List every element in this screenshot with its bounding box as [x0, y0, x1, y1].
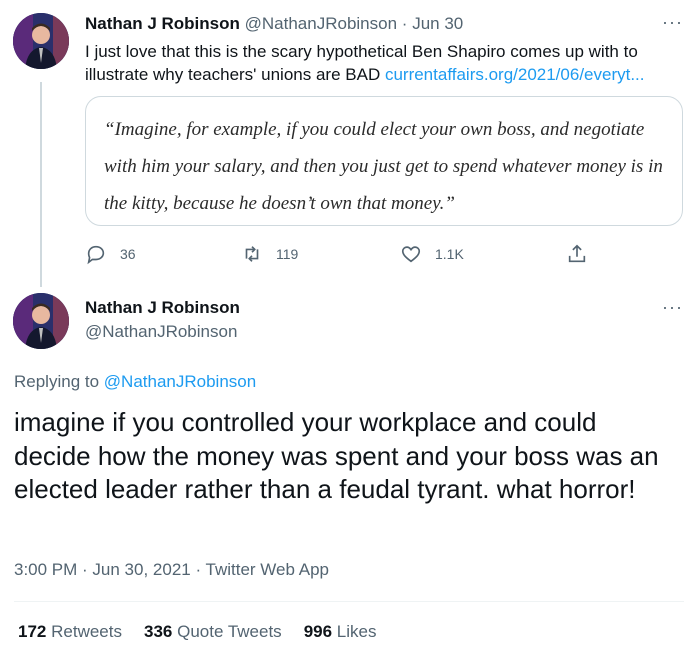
avatar[interactable] [13, 293, 69, 349]
heart-icon [401, 246, 421, 263]
retweet-button[interactable]: 119 [241, 242, 298, 266]
share-icon [568, 244, 586, 263]
avatar-image [13, 293, 69, 349]
replying-to: Replying to @NathanJRobinson [14, 372, 256, 392]
quote-card[interactable]: “Imagine, for example, if you could elec… [85, 96, 683, 226]
like-count: 1.1K [435, 246, 464, 262]
separator: · [401, 14, 408, 33]
retweet-count: 119 [276, 246, 299, 262]
replying-prefix: Replying to [14, 372, 100, 391]
retweets-count: 172 [18, 622, 47, 641]
quotes-label: Quote Tweets [177, 622, 282, 641]
tweet-date[interactable]: Jun 30 [412, 14, 463, 33]
author-handle[interactable]: @NathanJRobinson [245, 14, 397, 33]
reply-count: 36 [120, 246, 136, 262]
tweet-timestamp[interactable]: 3:00 PM · Jun 30, 2021 · Twitter Web App [14, 560, 329, 580]
main-tweet-text: imagine if you controlled your workplace… [14, 407, 659, 504]
more-options-icon[interactable]: ··· [662, 12, 683, 33]
parent-tweet-text: I just love that this is the scary hypot… [85, 40, 685, 86]
author-handle[interactable]: @NathanJRobinson [85, 322, 237, 342]
quote-tweets-stat[interactable]: 336 Quote Tweets [144, 622, 282, 642]
quotes-count: 336 [143, 622, 173, 641]
author-name[interactable]: Nathan J Robinson [85, 14, 240, 33]
retweets-label: Retweets [51, 622, 122, 641]
more-options-icon[interactable]: ··· [662, 297, 683, 318]
engagement-stats: 172 Retweets 336 Quote Tweets 996 Likes [18, 622, 398, 642]
divider [14, 601, 684, 602]
reply-button[interactable]: 36 [85, 242, 136, 266]
avatar-image [13, 13, 69, 69]
retweets-stat[interactable]: 172 Retweets [18, 622, 122, 642]
retweet-icon [245, 246, 259, 262]
thread-line [40, 82, 42, 287]
parent-tweet-header: Nathan J Robinson @NathanJRobinson · Jun… [85, 14, 463, 34]
likes-stat[interactable]: 996 Likes [304, 622, 377, 642]
likes-count: 996 [303, 622, 333, 641]
like-button[interactable]: 1.1K [400, 242, 464, 266]
article-link[interactable]: currentaffairs.org/2021/06/everyt... [385, 65, 645, 84]
quote-text: “Imagine, for example, if you could elec… [104, 119, 663, 214]
reply-icon [87, 245, 105, 265]
author-name[interactable]: Nathan J Robinson [85, 298, 240, 318]
share-button[interactable] [566, 242, 601, 266]
avatar[interactable] [13, 13, 69, 69]
replying-handle-link[interactable]: @NathanJRobinson [104, 372, 256, 391]
likes-label: Likes [336, 622, 377, 641]
